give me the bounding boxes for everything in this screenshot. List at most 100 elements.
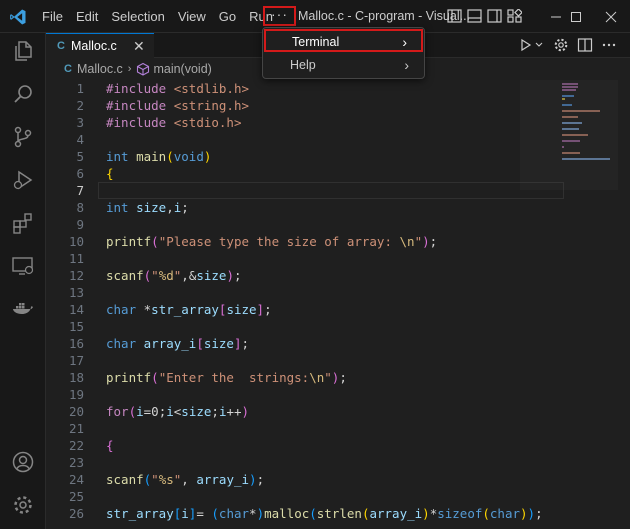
line-number: 1	[76, 81, 84, 96]
toggle-secondary-sidebar-icon[interactable]	[487, 9, 502, 23]
line-number: 20	[68, 404, 84, 419]
menu-selection[interactable]: Selection	[105, 0, 170, 33]
more-actions-icon[interactable]	[601, 37, 617, 53]
chevron-right-icon: ›	[402, 34, 407, 50]
layout-grid-icon[interactable]	[507, 8, 523, 23]
line-number: 16	[68, 336, 84, 351]
code-line: 15	[46, 318, 556, 335]
toggle-panel-icon[interactable]	[467, 9, 482, 23]
maximize-button[interactable]	[557, 0, 595, 33]
breadcrumb-file[interactable]: Malloc.c	[77, 62, 123, 76]
code-line: 9	[46, 216, 556, 233]
line-number: 17	[68, 353, 84, 368]
code-line: 17	[46, 352, 556, 369]
code-line: 26 str_array[i]= (char*)malloc(strlen(arr…	[46, 505, 556, 522]
menu-item-terminal[interactable]: Terminal ›	[264, 29, 423, 52]
code-line: 25	[46, 488, 556, 505]
settings-gear-icon[interactable]	[11, 493, 35, 517]
breadcrumb-symbol[interactable]: main(void)	[153, 62, 211, 76]
menu-edit[interactable]: Edit	[70, 0, 104, 33]
menu-bar: File Edit Selection View Go Run	[36, 0, 280, 33]
menu-view[interactable]: View	[172, 0, 212, 33]
overflow-menu: Terminal › Help ›	[262, 27, 425, 79]
code-line: 2 #include <string.h>	[46, 97, 556, 114]
search-icon[interactable]	[11, 82, 35, 106]
layout-controls	[447, 8, 527, 23]
code-line: 16 char array_i[size];	[46, 335, 556, 352]
close-icon	[605, 11, 617, 22]
menu-go[interactable]: Go	[213, 0, 242, 33]
source-control-icon[interactable]	[11, 125, 35, 149]
code-line: 13	[46, 284, 556, 301]
line-number: 15	[68, 319, 84, 334]
close-window-button[interactable]	[592, 0, 630, 33]
split-editor-icon[interactable]	[577, 37, 593, 53]
line-number: 22	[68, 438, 84, 453]
code-line: 23	[46, 454, 556, 471]
menu-item-label: Terminal	[292, 35, 340, 49]
code-line: 3 #include <stdio.h>	[46, 114, 556, 131]
line-number: 7	[76, 183, 84, 198]
line-number: 9	[76, 217, 84, 232]
code-line: 5 int main(void)	[46, 148, 556, 165]
line-number: 26	[68, 506, 84, 521]
menu-item-label: Help	[290, 58, 316, 72]
customize-layout-icon[interactable]	[447, 9, 462, 23]
vscode-logo	[10, 9, 26, 25]
line-number: 24	[68, 472, 84, 487]
run-debug-icon[interactable]	[11, 168, 35, 192]
line-number: 3	[76, 115, 84, 130]
tab-close-icon[interactable]: ✕	[133, 38, 145, 55]
line-number: 10	[68, 234, 84, 249]
line-number: 2	[76, 98, 84, 113]
code-line: 6{	[46, 165, 556, 182]
code-line: 24 scanf("%s", array_i);	[46, 471, 556, 488]
maximize-icon	[571, 11, 581, 22]
chevron-down-icon[interactable]	[535, 37, 543, 53]
tab-label: Malloc.c	[70, 39, 117, 53]
settings-icon[interactable]	[553, 37, 569, 53]
line-number: 21	[68, 421, 84, 436]
code-line: 20 for(i=0;i<size;i++)	[46, 403, 556, 420]
cube-icon	[137, 62, 150, 76]
line-number: 18	[68, 370, 84, 385]
minimap[interactable]	[558, 80, 618, 200]
line-number: 23	[68, 455, 84, 470]
code-line: 4	[46, 131, 556, 148]
line-number: 13	[68, 285, 84, 300]
extensions-icon[interactable]	[11, 211, 35, 235]
line-number: 19	[68, 387, 84, 402]
remote-explorer-icon[interactable]	[11, 254, 35, 278]
code-line: 8 int size,i;	[46, 199, 556, 216]
code-line: 19	[46, 386, 556, 403]
more-menu-button[interactable]: ···	[263, 6, 296, 26]
code-line: 11	[46, 250, 556, 267]
tab-malloc-c[interactable]: C Malloc.c ✕	[46, 33, 154, 58]
code-line: 1 #include <stdlib.h>	[46, 80, 556, 97]
code-line: 10 printf("Please type the size of array:…	[46, 233, 556, 250]
menu-item-help[interactable]: Help ›	[264, 54, 423, 77]
code-line: 12 scanf("%d",&size);	[46, 267, 556, 284]
line-number: 4	[76, 132, 84, 147]
code-line: 7	[46, 182, 556, 199]
line-number: 8	[76, 200, 84, 215]
account-icon[interactable]	[11, 450, 35, 474]
breadcrumb-separator: ›	[127, 63, 132, 75]
chevron-right-icon: ›	[404, 57, 409, 73]
run-icon[interactable]	[520, 37, 532, 53]
line-number: 14	[68, 302, 84, 317]
explorer-icon[interactable]	[11, 39, 35, 63]
line-number: 11	[68, 251, 84, 266]
activity-bar	[0, 33, 46, 529]
c-file-icon: C	[57, 40, 65, 52]
line-number: 6	[76, 166, 84, 181]
code-line: 14 char *str_array[size];	[46, 301, 556, 318]
code-line: 18 printf("Enter the strings:\n");	[46, 369, 556, 386]
line-number: 5	[76, 149, 84, 164]
c-file-icon: C	[64, 63, 72, 75]
code-line: 22{	[46, 437, 556, 454]
line-number: 12	[68, 268, 84, 283]
docker-icon[interactable]	[11, 297, 35, 321]
code-line: 21	[46, 420, 556, 437]
menu-file[interactable]: File	[36, 0, 69, 33]
